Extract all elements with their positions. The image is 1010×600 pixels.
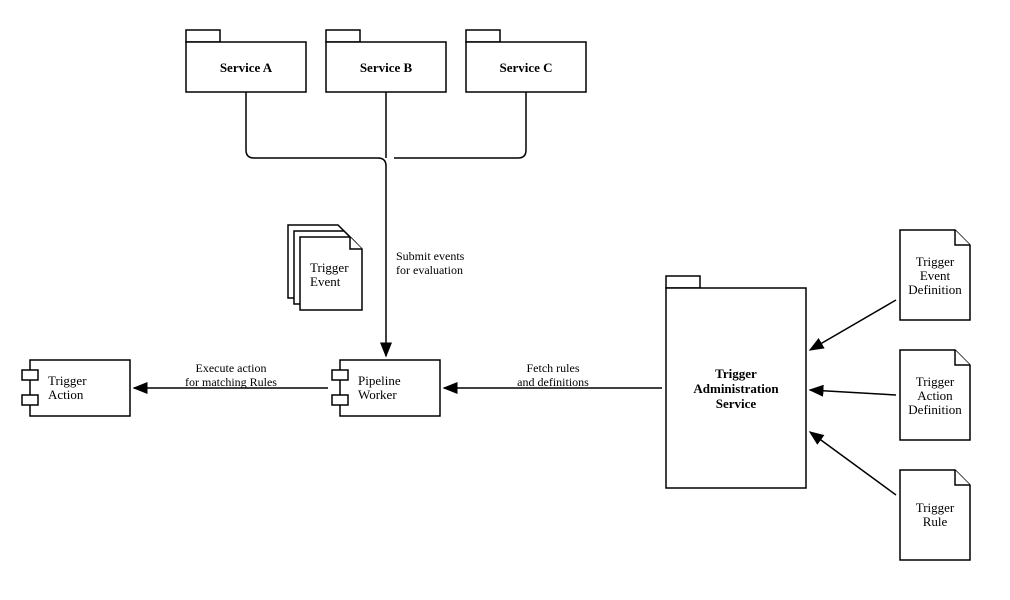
action-def-label-3: Definition	[908, 402, 962, 417]
trigger-action-label-2: Action	[48, 387, 84, 402]
service-c-folder: Service C	[466, 30, 586, 92]
action-def-to-admin-edge	[810, 390, 896, 395]
trigger-event-label-1: Trigger	[310, 260, 349, 275]
trigger-action-component: Trigger Action	[22, 360, 130, 416]
admin-service-label-2: Administration	[693, 381, 779, 396]
trigger-action-label-1: Trigger	[48, 373, 87, 388]
service-c-label: Service C	[499, 60, 552, 75]
fetch-label-1: Fetch rules	[527, 361, 580, 375]
submit-label-2: for evaluation	[396, 263, 463, 277]
action-def-label-2: Action	[917, 388, 953, 403]
admin-service-label-3: Service	[716, 396, 757, 411]
trigger-rule-document: Trigger Rule	[900, 470, 970, 560]
execute-label-2: for matching Rules	[185, 375, 277, 389]
action-definition-document: Trigger Action Definition	[900, 350, 970, 440]
service-b-folder: Service B	[326, 30, 446, 92]
event-def-label-2: Event	[920, 268, 951, 283]
service-b-label: Service B	[360, 60, 413, 75]
architecture-diagram: Service A Service B Service C Trigger Ev…	[0, 0, 1010, 600]
service-a-folder: Service A	[186, 30, 306, 92]
execute-label-1: Execute action	[196, 361, 267, 375]
fetch-label-2: and definitions	[517, 375, 589, 389]
event-def-to-admin-edge	[810, 300, 896, 350]
admin-service-label-1: Trigger	[715, 366, 757, 381]
event-definition-document: Trigger Event Definition	[900, 230, 970, 320]
submit-label-1: Submit events	[396, 249, 465, 263]
pipeline-worker-label-2: Worker	[358, 387, 397, 402]
admin-service-folder: Trigger Administration Service	[666, 276, 806, 488]
admin-to-worker-edge: Fetch rules and definitions	[444, 361, 662, 389]
services-to-worker-edge: Submit events for evaluation	[246, 92, 526, 356]
service-a-label: Service A	[220, 60, 273, 75]
rule-label-1: Trigger	[916, 500, 955, 515]
worker-to-action-edge: Execute action for matching Rules	[134, 361, 328, 389]
event-def-label-1: Trigger	[916, 254, 955, 269]
trigger-event-document: Trigger Event	[288, 225, 362, 310]
action-def-label-1: Trigger	[916, 374, 955, 389]
rule-label-2: Rule	[923, 514, 948, 529]
rule-to-admin-edge	[810, 432, 896, 495]
pipeline-worker-component: Pipeline Worker	[332, 360, 440, 416]
event-def-label-3: Definition	[908, 282, 962, 297]
pipeline-worker-label-1: Pipeline	[358, 373, 401, 388]
trigger-event-label-2: Event	[310, 274, 341, 289]
